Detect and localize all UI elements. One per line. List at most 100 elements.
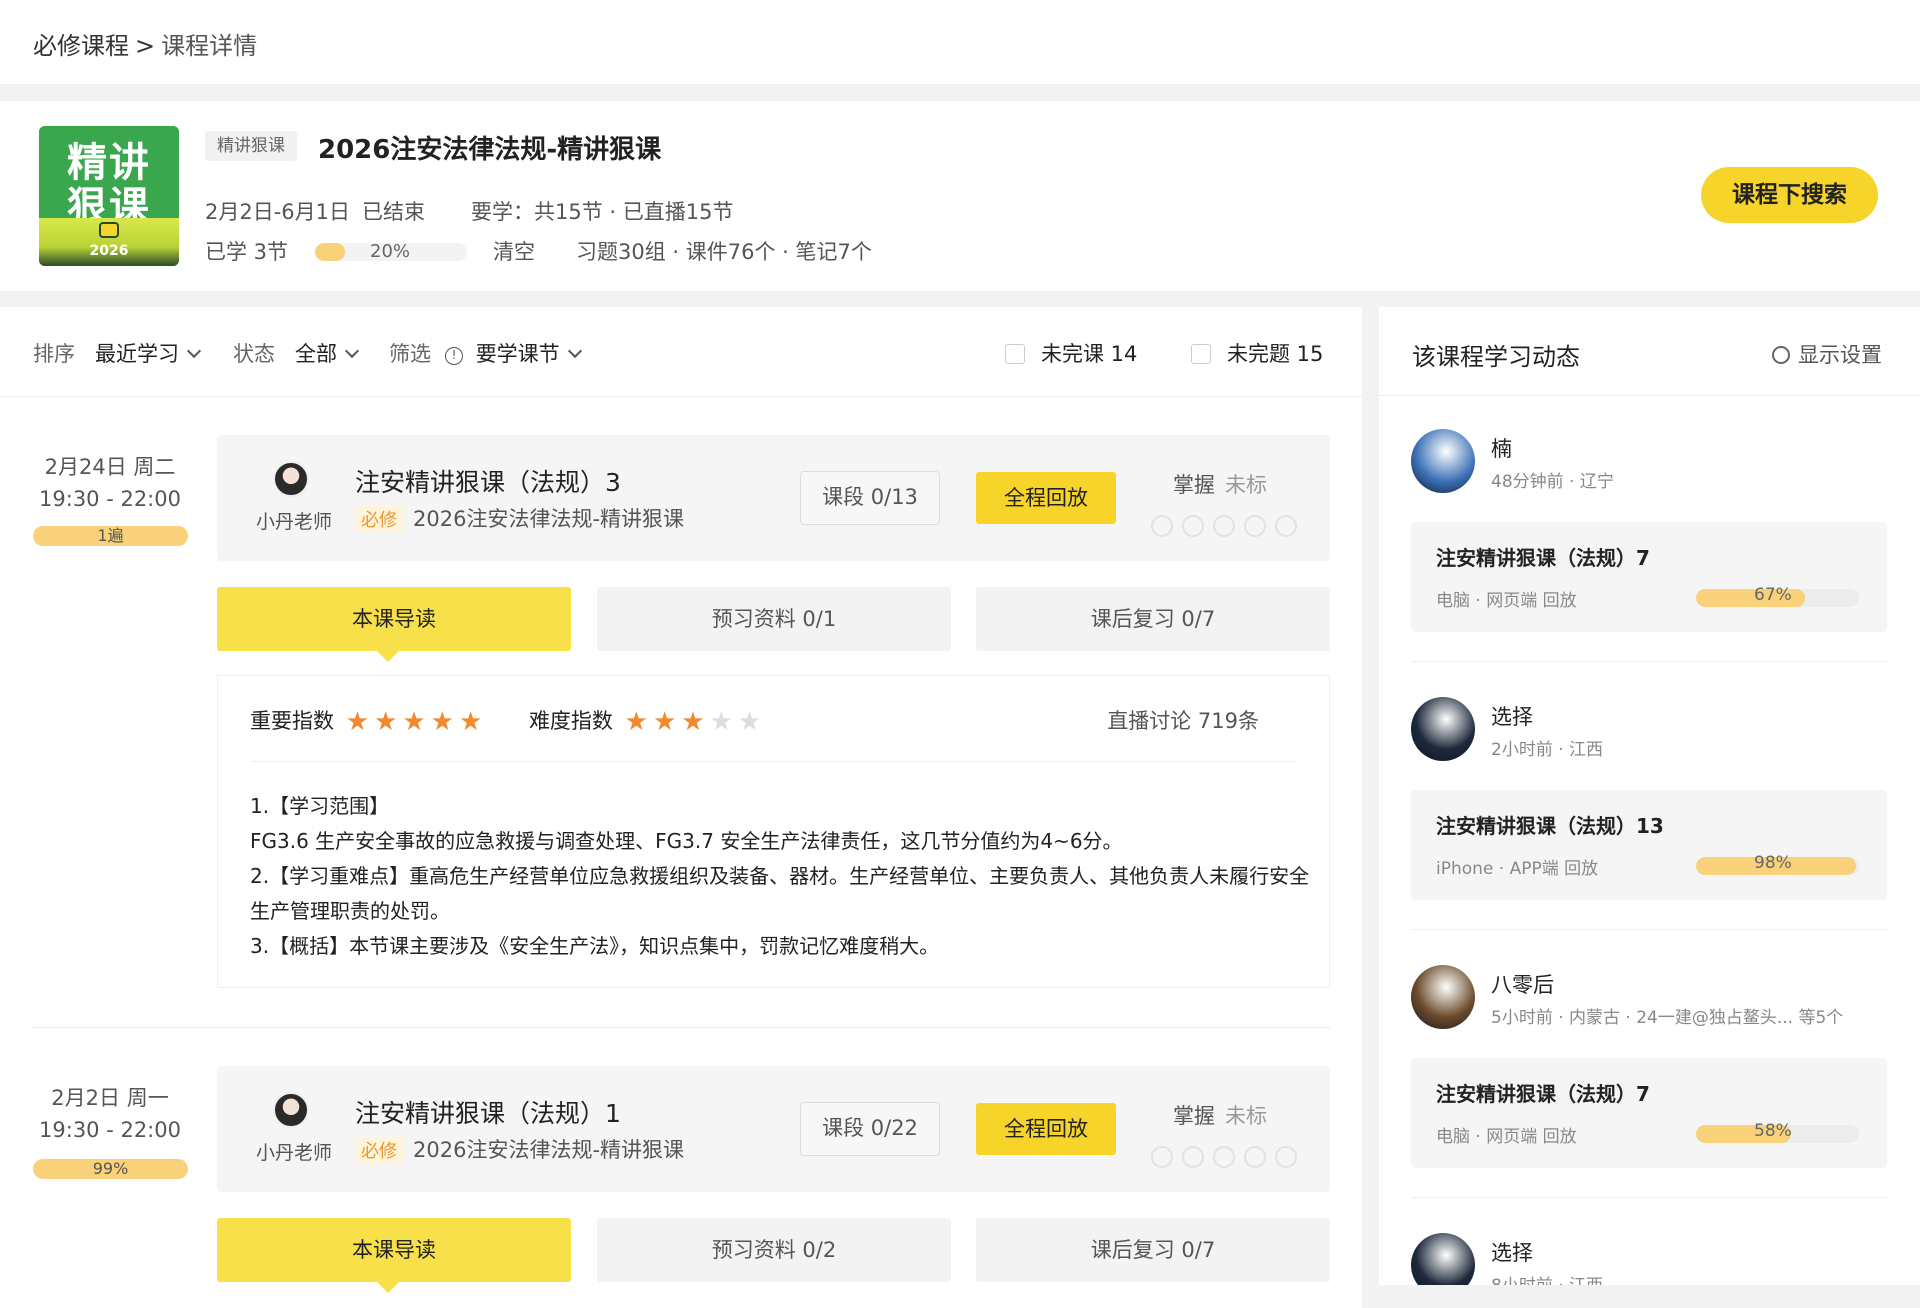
lesson-course: 必修 2026注安法律法规-精讲狠课 <box>355 1134 684 1164</box>
divider <box>1379 395 1920 396</box>
face-icon[interactable] <box>1151 1146 1173 1168</box>
course-search-button[interactable]: 课程下搜索 <box>1701 167 1878 223</box>
tab-guide[interactable]: 本课导读 <box>217 587 571 651</box>
divider <box>250 761 1297 762</box>
status-value: 全部 <box>295 342 338 366</box>
course-stats: 习题30组 · 课件76个 · 笔记7个 <box>576 240 872 264</box>
sort-filter[interactable]: 排序 最近学习 <box>33 338 202 368</box>
user-info: 48分钟前 · 辽宁 <box>1491 472 1614 492</box>
required-info: 要学：共15节 · 已直播15节 <box>471 200 734 224</box>
user-info: 5小时前 · 内蒙古 · 24一建@独占鳌头... 等5个 <box>1491 1008 1844 1028</box>
tab-preview[interactable]: 预习资料 0/2 <box>597 1218 951 1282</box>
display-settings[interactable]: 显示设置 <box>1772 339 1882 369</box>
lesson-title[interactable]: 注安精讲狠课（法规）3 <box>355 463 621 499</box>
star-icon: ★ <box>458 707 483 737</box>
breadcrumb-root[interactable]: 必修课程 <box>33 32 129 60</box>
filter-bar: 排序 最近学习 状态 全部 筛选! 要学课节 未完课 14 未完题 15 <box>0 307 1362 397</box>
activity-card[interactable]: 注安精讲狠课（法规）7 电脑 · 网页端 回放 67% <box>1411 522 1887 632</box>
difficulty-label: 难度指数 <box>528 709 613 733</box>
status-label: 状态 <box>233 342 275 366</box>
user-name: 选择 <box>1491 1241 1533 1265</box>
filter-label: 筛选 <box>389 342 431 366</box>
face-icon[interactable] <box>1244 1146 1266 1168</box>
tab-pointer <box>377 651 399 662</box>
tab-review[interactable]: 课后复习 0/7 <box>976 1218 1330 1282</box>
mastery: 掌握 未标 <box>1173 469 1267 499</box>
lesson-day: 2月2日 周一 <box>51 1086 169 1110</box>
status-filter[interactable]: 状态 全部 <box>233 338 360 368</box>
avatar[interactable] <box>1411 965 1475 1029</box>
activity-card[interactable]: 注安精讲狠课（法规）7 电脑 · 网页端 回放 58% <box>1411 1058 1887 1168</box>
face-icon[interactable] <box>1151 515 1173 537</box>
teacher-avatar <box>273 461 309 497</box>
guide-line: FG3.6 生产安全事故的应急救援与调查处理、FG3.7 安全生产法律责任，这几… <box>250 829 1123 853</box>
course-progress-fill <box>315 243 346 261</box>
mastery-label: 掌握 <box>1173 473 1215 497</box>
unfinished-class-label: 未完课 14 <box>1041 342 1138 366</box>
info-icon[interactable]: ! <box>445 347 463 365</box>
face-icon[interactable] <box>1213 1146 1235 1168</box>
lesson-time: 19:30 - 22:00 <box>39 487 181 511</box>
face-icon[interactable] <box>1182 1146 1204 1168</box>
mastery-faces[interactable] <box>1151 1146 1306 1172</box>
top-bar: 必修课程 > 课程详情 <box>0 0 1920 84</box>
activity-card[interactable]: 注安精讲狠课（法规）13 iPhone · APP端 回放 98% <box>1411 790 1887 900</box>
course-progress-label: 20% <box>370 241 411 262</box>
lesson-day: 2月24日 周二 <box>44 455 176 479</box>
star-icon: ★ <box>345 707 369 737</box>
avatar[interactable] <box>1411 1233 1475 1285</box>
lesson-card[interactable]: 小丹老师 注安精讲狠课（法规）3 必修 2026注安法律法规-精讲狠课 课段 0/… <box>217 435 1330 561</box>
discussion-count[interactable]: 直播讨论 719条 <box>1107 705 1259 735</box>
chevron-down-icon <box>186 343 202 359</box>
tab-guide[interactable]: 本课导读 <box>217 1218 571 1282</box>
scope-filter[interactable]: 筛选! 要学课节 <box>389 338 582 368</box>
avatar[interactable] <box>1411 429 1475 493</box>
segments-button[interactable]: 课段 0/22 <box>800 1102 940 1156</box>
display-settings-label: 显示设置 <box>1798 343 1882 367</box>
mastery-faces[interactable] <box>1151 515 1306 541</box>
face-icon[interactable] <box>1244 515 1266 537</box>
mastery: 掌握 未标 <box>1173 1100 1267 1130</box>
star-icon: ★ <box>709 707 733 737</box>
divider <box>1411 929 1887 930</box>
lesson-badge: 99% <box>33 1159 188 1179</box>
required-tag: 必修 <box>355 1137 403 1163</box>
star-icon: ★ <box>402 707 426 737</box>
activity-lesson: 注安精讲狠课（法规）13 <box>1436 814 1664 838</box>
breadcrumb-current: 课程详情 <box>161 32 258 60</box>
unfinished-quiz-check[interactable]: 未完题 15 <box>1191 338 1323 368</box>
unfinished-class-check[interactable]: 未完课 14 <box>1005 338 1137 368</box>
tab-preview[interactable]: 预习资料 0/1 <box>597 587 951 651</box>
mastery-status: 未标 <box>1225 1104 1267 1128</box>
face-icon[interactable] <box>1213 515 1235 537</box>
face-icon[interactable] <box>1275 515 1297 537</box>
face-icon[interactable] <box>1275 1146 1297 1168</box>
lesson-badge: 1遍 <box>33 526 188 546</box>
replay-button[interactable]: 全程回放 <box>976 472 1116 524</box>
course-tag: 精讲狠课 <box>205 131 297 161</box>
user-name: 选择 <box>1491 705 1533 729</box>
user-name: 楠 <box>1491 437 1512 461</box>
lesson-title[interactable]: 注安精讲狠课（法规）1 <box>355 1094 621 1130</box>
tab-review[interactable]: 课后复习 0/7 <box>976 587 1330 651</box>
user-info: 8小时前 · 江西 <box>1491 1271 1603 1285</box>
replay-button[interactable]: 全程回放 <box>976 1103 1116 1155</box>
cover-year: 2026 <box>89 243 129 259</box>
checkbox[interactable] <box>1191 344 1211 364</box>
clear-button[interactable]: 清空 <box>493 236 535 266</box>
teacher-avatar <box>273 1092 309 1128</box>
importance-label: 重要指数 <box>250 709 334 733</box>
segments-button[interactable]: 课段 0/13 <box>800 471 940 525</box>
checkbox[interactable] <box>1005 344 1025 364</box>
lesson-card[interactable]: 小丹老师 注安精讲狠课（法规）1 必修 2026注安法律法规-精讲狠课 课段 0/… <box>217 1066 1330 1192</box>
guide-line: 3.【概括】本节课主要涉及《安全生产法》，知识点集中，罚款记忆难度稍大。 <box>250 934 940 958</box>
lesson-date: 2月24日 周二 19:30 - 22:00 <box>30 451 190 511</box>
required-tag: 必修 <box>355 506 403 532</box>
face-icon[interactable] <box>1182 515 1204 537</box>
guide-text: 1.【学习范围】 FG3.6 生产安全事故的应急救援与调查处理、FG3.7 安全… <box>250 789 1310 964</box>
gear-icon <box>1772 346 1790 364</box>
star-icon: ★ <box>652 707 677 737</box>
teacher-name: 小丹老师 <box>255 1142 332 1164</box>
activity-progress-label: 58% <box>1754 1121 1792 1141</box>
avatar[interactable] <box>1411 697 1475 761</box>
